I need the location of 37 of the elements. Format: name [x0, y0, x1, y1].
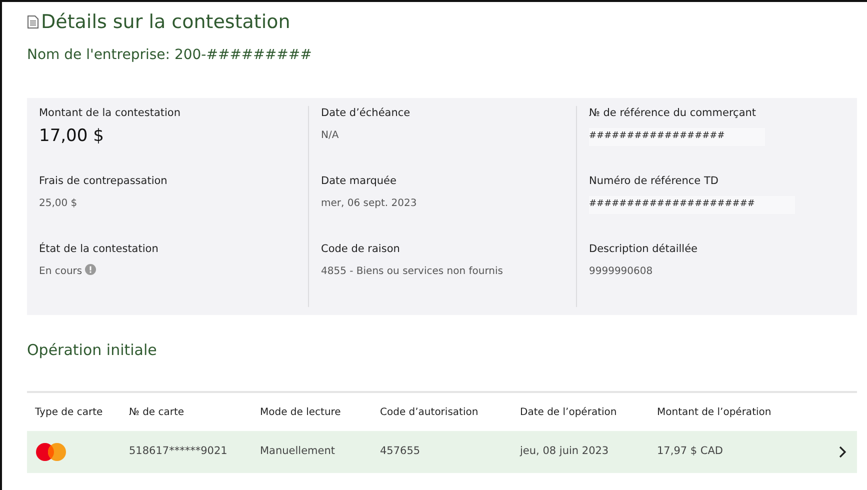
field-value: 9999990608: [589, 265, 653, 280]
field-label: Montant de la contestation: [39, 106, 182, 121]
column-header: Montant de l’opération: [657, 406, 772, 420]
field-label: Code de raison: [321, 242, 401, 257]
document-icon: [27, 15, 39, 30]
field-label: Numéro de référence TD: [589, 174, 720, 189]
table-cell: 518617******9021: [129, 445, 228, 458]
field-value: N/A: [321, 129, 339, 144]
table-cell: Manuellement: [260, 445, 336, 458]
field-value: 17,00 $: [39, 125, 104, 148]
field-value: ######################: [589, 196, 795, 214]
field-label: № de référence du commerçant: [589, 106, 758, 121]
field-label: Date marquée: [321, 174, 398, 189]
company-name: Nom de l'entreprise: 200-#########: [27, 46, 313, 65]
field-value: En cours: [39, 265, 82, 280]
section-heading: Opération initiale: [27, 340, 158, 361]
table-cell: 457655: [380, 445, 420, 458]
column-header: Code d’autorisation: [380, 406, 480, 420]
field-label: Frais de contrepassation: [39, 174, 168, 189]
card-logo-icon: [35, 442, 67, 462]
column-header: Date de l’opération: [520, 406, 618, 420]
page-title: Détails sur la contestation: [41, 10, 290, 35]
table-cell: jeu, 08 juin 2023: [520, 445, 609, 458]
column-header: № de carte: [129, 406, 186, 420]
info-icon[interactable]: [85, 264, 96, 276]
field-label: État de la contestation: [39, 242, 160, 257]
column-header: Type de carte: [34, 406, 104, 420]
field-value: 25,00 $: [39, 197, 78, 212]
field-value: ##################: [589, 128, 765, 146]
field-value: mer, 06 sept. 2023: [321, 197, 417, 212]
table-cell: 17,97 $ CAD: [657, 445, 724, 458]
field-label: Date d’échéance: [321, 106, 412, 121]
field-label: Description détaillée: [589, 242, 698, 257]
field-value: 4855 - Biens ou services non fournis: [321, 265, 503, 280]
column-header: Mode de lecture: [260, 406, 342, 420]
table-row[interactable]: 518617******9021 Manuellement 457655 jeu, 08 juin 2023 17,97 $ CAD: [27, 431, 857, 474]
chevron-right-icon[interactable]: [838, 446, 847, 458]
